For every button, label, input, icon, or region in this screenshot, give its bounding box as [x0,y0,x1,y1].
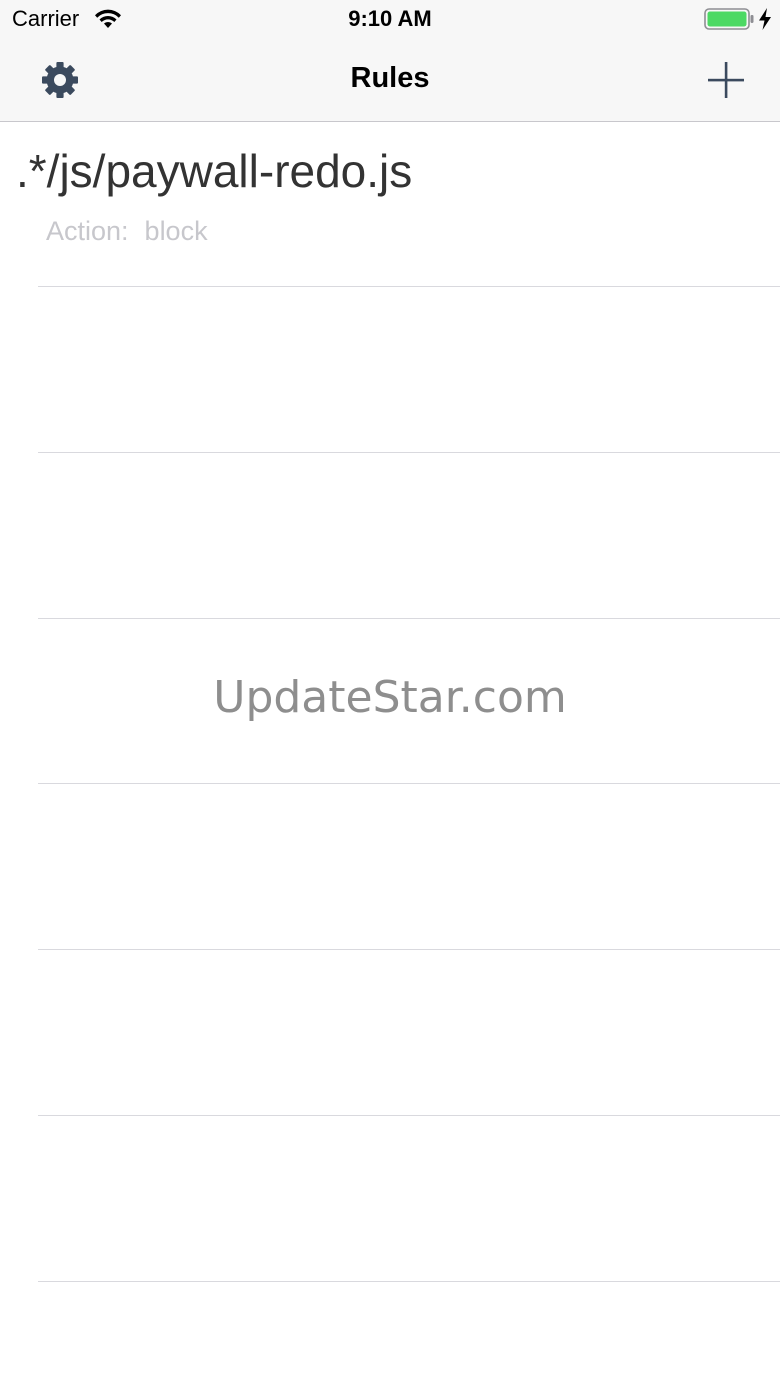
bolt-icon [759,8,771,30]
empty-row [0,950,780,1115]
empty-row [0,1116,780,1281]
row-separator [38,1281,780,1282]
plus-icon[interactable] [704,58,748,102]
rule-action-value: block [144,216,208,246]
rule-row[interactable]: .*/js/paywall-redo.js Action: block [0,122,780,286]
watermark-text: UpdateStar.com [213,672,567,723]
page-title: Rules [350,62,430,94]
navigation-bar: Rules [0,40,780,121]
empty-row [0,287,780,452]
top-bar: Carrier 9:10 AM Rules [0,0,780,122]
battery-icon [704,8,754,30]
clock-time: 9:10 AM [348,6,432,31]
rule-pattern: .*/js/paywall-redo.js [16,145,413,197]
status-bar: Carrier 9:10 AM [0,0,780,40]
empty-row [0,453,780,618]
rule-action-label: Action: [46,216,129,246]
empty-row [0,784,780,949]
rule-action: Action: block [46,216,208,247]
rules-screen: Carrier 9:10 AM Rules .*/js/paywall-redo… [0,0,780,1387]
